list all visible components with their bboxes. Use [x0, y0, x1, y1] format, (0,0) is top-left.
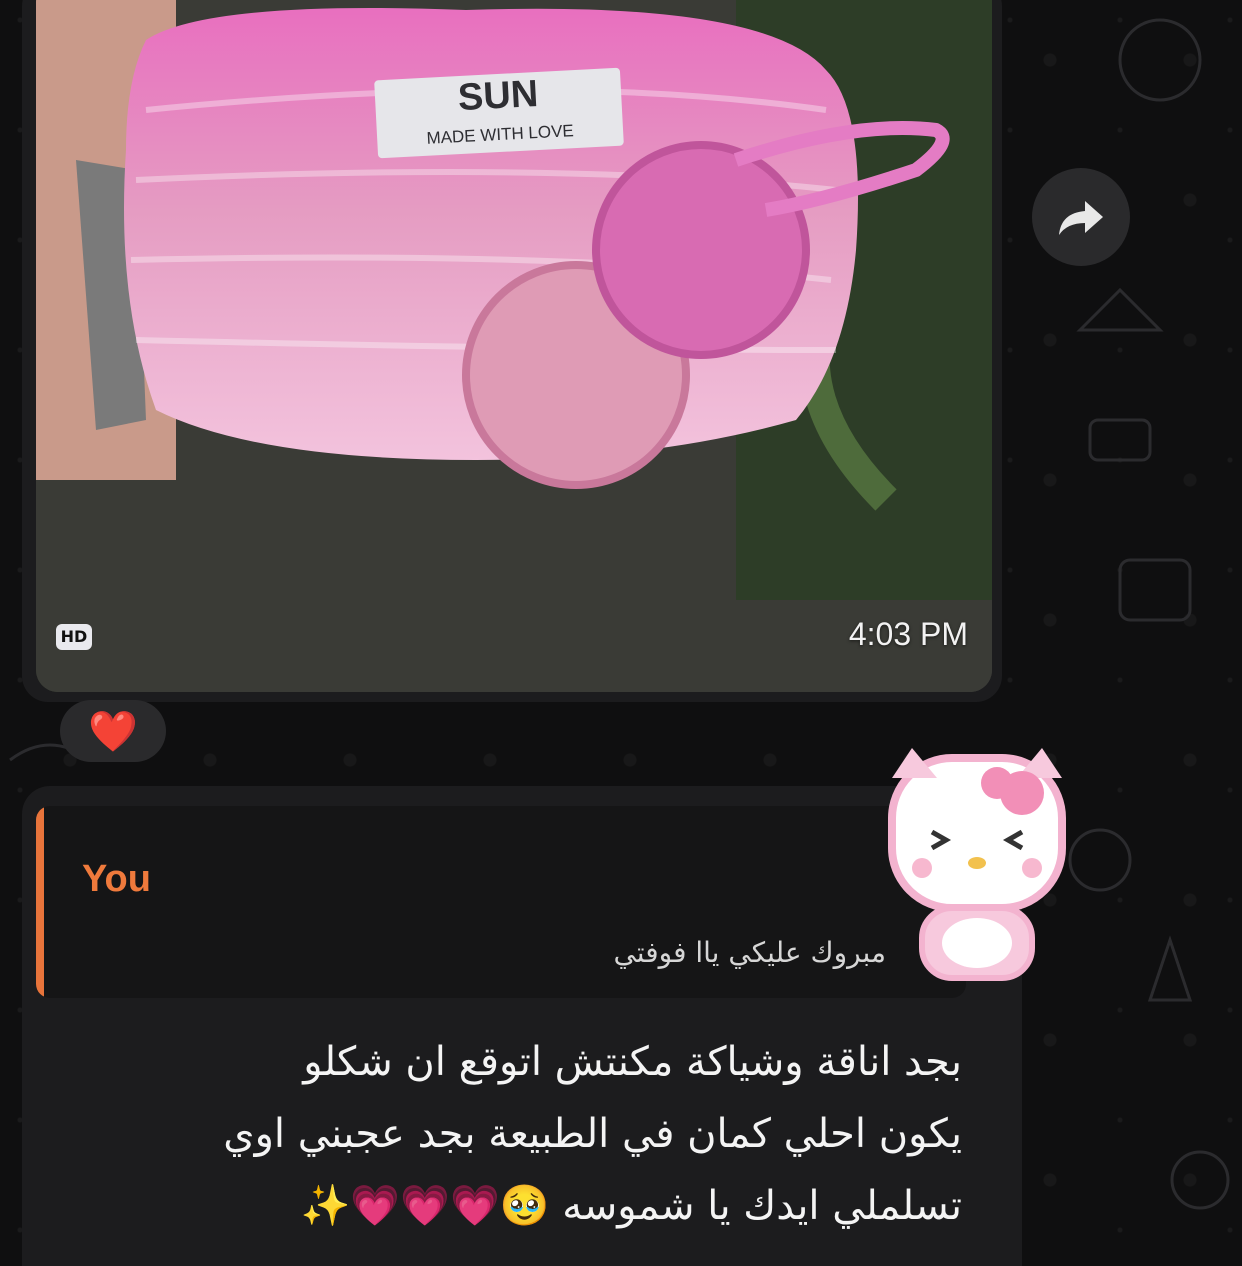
quote-accent-bar: [36, 806, 44, 998]
label-brand: SUN: [457, 73, 539, 119]
hello-kitty-sticker[interactable]: [872, 738, 1082, 988]
reply-text: بجد اناقة وشياكة مكنتش اتوقع ان شكلو يكو…: [62, 1026, 962, 1242]
message-time: 4:03 PM: [848, 616, 968, 652]
reply-line-1: بجد اناقة وشياكة مكنتش اتوقع ان شكلو: [303, 1039, 962, 1085]
hd-badge: HD: [56, 624, 92, 650]
forward-button[interactable]: [1032, 168, 1130, 266]
crochet-bag-photo[interactable]: SUN MADE WITH LOVE: [36, 0, 992, 692]
forward-arrow-icon: [1059, 201, 1103, 235]
quoted-message[interactable]: You مبروك عليكي ياا فوفتي: [36, 806, 966, 998]
photo-message-bubble[interactable]: SUN MADE WITH LOVE HD 4:03 PM: [22, 0, 1002, 702]
heart-reaction[interactable]: ❤️: [60, 700, 166, 762]
reply-line-2: يكون احلي كمان في الطبيعة بجد عجبني اوي: [223, 1111, 962, 1157]
quoted-text: مبروك عليكي ياا فوفتي: [613, 936, 886, 969]
heart-reaction-icon: ❤️: [88, 708, 138, 755]
reply-line-3: تسلملي ايدك يا شموسه 🥹💗💗💗✨: [300, 1183, 962, 1229]
quoted-author: You: [82, 858, 151, 900]
